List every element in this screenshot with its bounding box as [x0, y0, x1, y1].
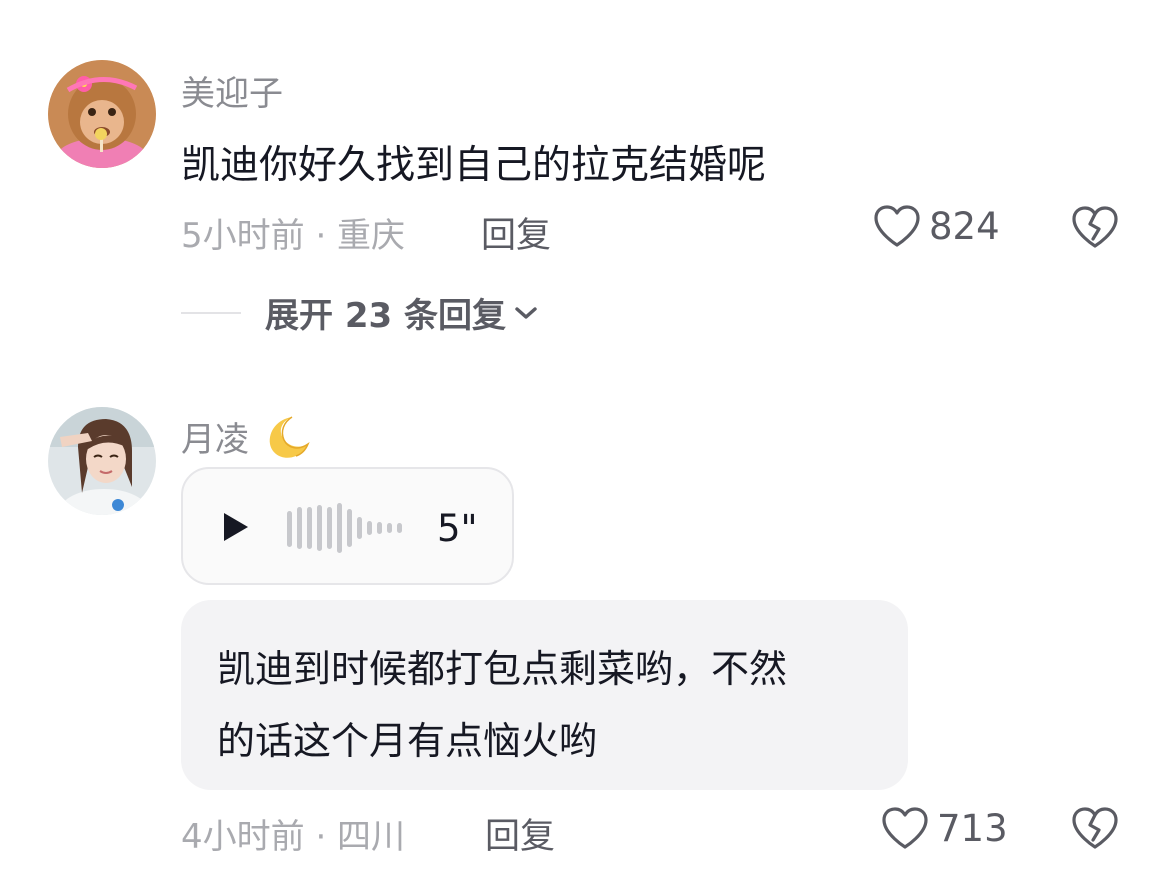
like-count: 713 — [937, 806, 1008, 850]
username[interactable]: 美迎子 — [181, 66, 283, 115]
voice-message-button[interactable]: 5" — [181, 467, 514, 585]
comment-text-line: 的话这个月有点恼火哟 — [217, 719, 598, 763]
waveform-icon — [287, 503, 402, 553]
username-text: 月凌 — [181, 420, 249, 460]
comment-item: 美迎子 凯迪你好久找到自己的拉克结婚呢 5小时前 · 重庆 回复 824 展开 … — [0, 0, 1170, 360]
avatar[interactable] — [48, 60, 156, 168]
chevron-down-icon — [515, 306, 537, 319]
play-icon — [224, 513, 248, 541]
crescent-moon-icon — [269, 416, 310, 458]
like-button[interactable]: 824 — [873, 204, 1000, 248]
like-count: 824 — [929, 204, 1000, 248]
expand-replies-label: 展开 23 条回复 — [265, 296, 506, 336]
comment-meta: 5小时前 · 重庆 — [181, 216, 406, 256]
avatar[interactable] — [48, 407, 156, 515]
username[interactable]: 月凌 — [181, 412, 310, 461]
like-button[interactable]: 713 — [881, 806, 1008, 850]
comment-text-line: 凯迪到时候都打包点剩菜哟，不然 — [217, 647, 788, 691]
comment-meta: 4小时前 · 四川 — [181, 817, 406, 857]
monkey-avatar-icon — [48, 60, 156, 168]
comment-bubble: 凯迪到时候都打包点剩菜哟，不然 的话这个月有点恼火哟 — [181, 600, 908, 790]
expand-replies-button[interactable]: 展开 23 条回复 — [181, 288, 540, 337]
girl-avatar-icon — [48, 407, 156, 515]
divider-line — [181, 311, 241, 314]
comment-text: 凯迪你好久找到自己的拉克结婚呢 — [181, 143, 767, 188]
dislike-button[interactable] — [1071, 806, 1119, 854]
broken-heart-icon — [1072, 807, 1118, 849]
dislike-button[interactable] — [1071, 205, 1119, 253]
reply-button[interactable]: 回复 — [485, 808, 555, 859]
heart-icon — [882, 807, 928, 849]
voice-duration: 5" — [437, 507, 478, 550]
heart-icon — [874, 205, 920, 247]
broken-heart-icon — [1072, 206, 1118, 248]
reply-button[interactable]: 回复 — [481, 207, 551, 258]
